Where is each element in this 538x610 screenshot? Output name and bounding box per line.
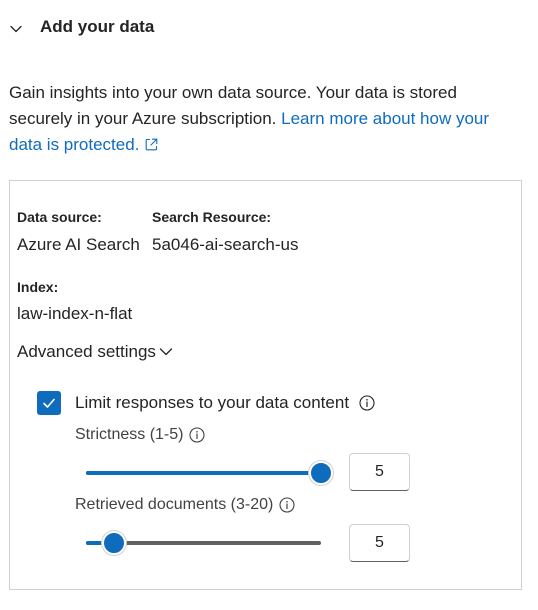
- limit-responses-label[interactable]: Limit responses to your data content: [75, 393, 349, 413]
- section-title: Add your data: [40, 17, 155, 36]
- limit-responses-checkbox[interactable]: [37, 391, 61, 415]
- external-link-icon[interactable]: [145, 138, 158, 151]
- index-label: Index:: [17, 279, 59, 295]
- retrieved-documents-label: Retrieved documents (3-20): [75, 496, 274, 513]
- strictness-row: Strictness (1-5): [75, 426, 206, 444]
- intro-text: Gain insights into your own data source.…: [9, 80, 514, 158]
- checkmark-icon: [43, 398, 55, 408]
- slider-thumb[interactable]: [309, 461, 333, 485]
- info-icon[interactable]: [189, 427, 206, 443]
- chevron-down-icon: [159, 348, 173, 356]
- retrieved-documents-input[interactable]: [349, 524, 410, 562]
- info-icon[interactable]: [279, 497, 295, 513]
- slider-fill: [86, 471, 321, 475]
- retrieved-documents-row: Retrieved documents (3-20): [75, 496, 295, 514]
- strictness-input[interactable]: [349, 453, 410, 491]
- search-resource-label: Search Resource:: [152, 209, 272, 225]
- retrieved-documents-slider[interactable]: [86, 531, 321, 555]
- search-resource-value: 5a046-ai-search-us: [152, 235, 299, 254]
- data-source-label: Data source:: [17, 209, 102, 225]
- limit-responses-row: Limit responses to your data content: [75, 393, 375, 413]
- strictness-slider[interactable]: [86, 461, 333, 485]
- section-header[interactable]: Add your data: [0, 10, 538, 46]
- info-icon[interactable]: [359, 395, 375, 411]
- advanced-settings-label: Advanced settings: [17, 342, 156, 361]
- slider-thumb[interactable]: [102, 531, 126, 555]
- advanced-settings-toggle[interactable]: Advanced settings: [17, 342, 174, 362]
- data-source-value: Azure AI Search: [17, 235, 140, 254]
- chevron-down-icon[interactable]: [8, 21, 24, 37]
- strictness-label: Strictness (1-5): [75, 426, 184, 443]
- index-link[interactable]: law-index-n-flat: [17, 304, 132, 324]
